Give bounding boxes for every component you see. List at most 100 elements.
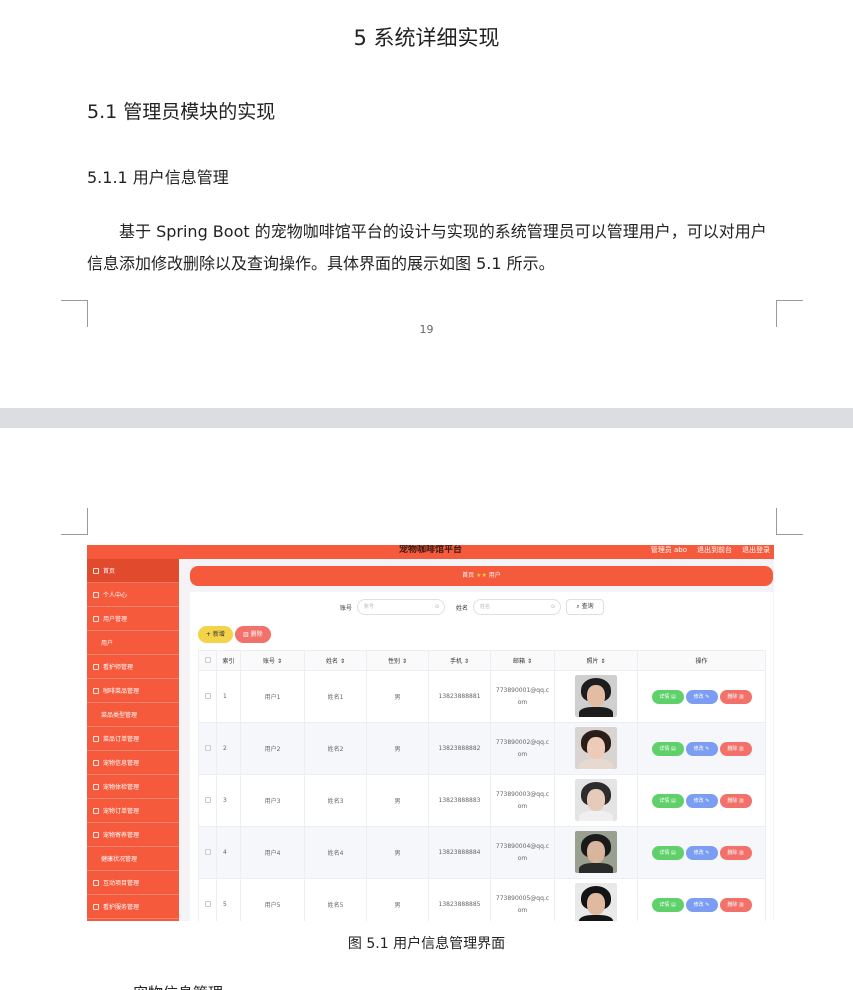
table-row: 4 用户4 姓名4 男 13823888884 773890004@qq.com 详情 ▤ 修… bbox=[198, 826, 766, 879]
delete-button[interactable]: ▥ 删除 bbox=[234, 626, 271, 643]
sidebar-item[interactable]: 宠物信息管理 bbox=[87, 751, 179, 775]
clear-icon: ⊙ bbox=[550, 604, 556, 610]
detail-label: 详情 bbox=[659, 849, 670, 856]
edit-button[interactable]: 修改 ✎ bbox=[685, 793, 718, 808]
sidebar-item[interactable]: 用户 bbox=[87, 631, 179, 655]
row-checkbox[interactable] bbox=[198, 670, 217, 723]
sidebar-item-label: 宠物寄养管理 bbox=[103, 832, 140, 839]
edit-button[interactable]: 修改 ✎ bbox=[685, 741, 718, 756]
figure-caption: 图 5.1 用户信息管理界面 bbox=[347, 936, 506, 952]
sidebar-item-label: 首页 bbox=[103, 568, 116, 575]
document-page-19: 5 系统详细实现 5.1 管理员模块的实现 5.1.1 用户信息管理 基于 Sp… bbox=[0, 0, 853, 408]
row-delete-label: 删除 bbox=[727, 745, 738, 752]
row-checkbox[interactable] bbox=[198, 722, 217, 775]
account-search-input[interactable]: 账号 ⊙ bbox=[357, 599, 446, 615]
sidebar-item[interactable]: 用户管理 bbox=[87, 607, 179, 631]
row-delete-label: 删除 bbox=[727, 797, 738, 804]
edit-button[interactable]: 修改 ✎ bbox=[685, 689, 718, 704]
goto-frontend-link[interactable]: 退出到前台 bbox=[697, 545, 732, 555]
col-gender[interactable]: 性别 ⇕ bbox=[366, 650, 429, 671]
sidebar-item[interactable]: 咖啡菜品管理 bbox=[87, 679, 179, 703]
row-delete-button[interactable]: 删除 ▥ bbox=[719, 793, 752, 808]
col-email[interactable]: 邮箱 ⇕ bbox=[490, 650, 555, 671]
cell-gender: 男 bbox=[366, 878, 429, 921]
cell-actions: 详情 ▤ 修改 ✎ 删除 ▥ bbox=[637, 722, 766, 775]
cell-actions: 详情 ▤ 修改 ✎ 删除 ▥ bbox=[637, 826, 766, 879]
menu-icon bbox=[93, 735, 99, 742]
col-phone-label: 手机 bbox=[450, 658, 463, 665]
admin-user-label: 管理员 abo bbox=[650, 546, 687, 554]
sidebar-item[interactable]: 看护师管理 bbox=[87, 655, 179, 679]
pencil-icon: ✎ bbox=[705, 693, 710, 700]
cell-email: 773890005@qq.com bbox=[490, 878, 555, 921]
cell-phone: 13823888883 bbox=[428, 774, 491, 827]
clear-icon: ⊙ bbox=[434, 604, 440, 610]
cell-phone: 13823888882 bbox=[428, 722, 491, 775]
cell-photo bbox=[554, 826, 638, 879]
avatar bbox=[575, 726, 617, 769]
sidebar-item-label: 个人中心 bbox=[103, 592, 128, 599]
col-phone[interactable]: 手机 ⇕ bbox=[428, 650, 491, 671]
menu-icon bbox=[93, 831, 99, 838]
name-search-input[interactable]: 姓名 ⊙ bbox=[473, 599, 562, 615]
avatar bbox=[575, 882, 617, 921]
sidebar-item[interactable]: 宠物体检管理 bbox=[87, 775, 179, 799]
sidebar-item[interactable]: 看护服务管理 bbox=[87, 895, 179, 919]
cell-name: 姓名4 bbox=[304, 826, 367, 879]
detail-button[interactable]: 详情 ▤ bbox=[651, 793, 684, 808]
detail-button[interactable]: 详情 ▤ bbox=[651, 689, 684, 704]
pencil-icon: ✎ bbox=[705, 849, 710, 856]
cell-actions: 详情 ▤ 修改 ✎ 删除 ▥ bbox=[637, 774, 766, 827]
account-label: 账号 bbox=[340, 604, 353, 612]
row-checkbox[interactable] bbox=[198, 826, 217, 879]
breadcrumb-home[interactable]: 首页 bbox=[462, 572, 474, 579]
col-account[interactable]: 账号 ⇕ bbox=[240, 650, 305, 671]
col-name[interactable]: 姓名 ⇕ bbox=[304, 650, 367, 671]
row-checkbox[interactable] bbox=[198, 878, 217, 921]
avatar-body bbox=[579, 862, 613, 873]
row-delete-button[interactable]: 删除 ▥ bbox=[719, 845, 752, 860]
search-button[interactable]: ⌕ 查询 bbox=[566, 599, 605, 615]
detail-button[interactable]: 详情 ▤ bbox=[651, 741, 684, 756]
detail-label: 详情 bbox=[659, 797, 670, 804]
sort-icon: ⇕ bbox=[526, 658, 532, 665]
row-checkbox[interactable] bbox=[198, 774, 217, 827]
sidebar-item[interactable]: 宠物订单管理 bbox=[87, 799, 179, 823]
sidebar-item-label: 健康状况管理 bbox=[101, 856, 138, 863]
toolbar: + 新增 ▥ 删除 bbox=[198, 626, 271, 643]
add-button[interactable]: + 新增 bbox=[198, 626, 233, 643]
sidebar-item[interactable]: 菜品类型管理 bbox=[87, 703, 179, 727]
page-number: 19 bbox=[419, 323, 434, 336]
cell-email: 773890003@qq.com bbox=[490, 774, 555, 827]
col-actions: 操作 bbox=[637, 650, 766, 671]
logout-link[interactable]: 退出登录 bbox=[742, 545, 770, 555]
search-icon: ⌕ bbox=[576, 603, 580, 610]
avatar-face bbox=[587, 892, 605, 915]
cell-account: 用户5 bbox=[240, 878, 305, 921]
select-all-checkbox[interactable] bbox=[198, 650, 217, 671]
sort-icon: ⇕ bbox=[463, 658, 469, 665]
avatar-body bbox=[579, 758, 613, 769]
sidebar-item[interactable]: 个人中心 bbox=[87, 583, 179, 607]
menu-icon bbox=[93, 903, 99, 910]
sidebar-item[interactable]: 健康状况管理 bbox=[87, 847, 179, 871]
checkbox-icon bbox=[204, 744, 211, 751]
row-delete-button[interactable]: 删除 ▥ bbox=[719, 689, 752, 704]
sidebar-item[interactable]: 首页 bbox=[87, 559, 179, 583]
content-panel: 账号 账号 ⊙ 姓名 姓名 ⊙ ⌕ 查询 + 新增 ▥ 删除 索引 账号 ⇕ 姓… bbox=[190, 592, 773, 921]
detail-button[interactable]: 详情 ▤ bbox=[651, 845, 684, 860]
row-delete-button[interactable]: 删除 ▥ bbox=[719, 741, 752, 756]
col-email-label: 邮箱 bbox=[513, 658, 526, 665]
sidebar-item[interactable]: 菜品订单管理 bbox=[87, 727, 179, 751]
cell-photo bbox=[554, 774, 638, 827]
checkbox-icon bbox=[204, 900, 211, 907]
detail-button[interactable]: 详情 ▤ bbox=[651, 897, 684, 912]
header-links: 管理员 abo 退出到前台 退出登录 bbox=[651, 545, 770, 555]
star-icon: ★★ bbox=[476, 572, 487, 579]
sidebar-item[interactable]: 互动项目管理 bbox=[87, 871, 179, 895]
avatar-face bbox=[587, 736, 605, 759]
sidebar-item[interactable]: 宠物寄养管理 bbox=[87, 823, 179, 847]
edit-button[interactable]: 修改 ✎ bbox=[685, 897, 718, 912]
row-delete-button[interactable]: 删除 ▥ bbox=[719, 897, 752, 912]
edit-button[interactable]: 修改 ✎ bbox=[685, 845, 718, 860]
